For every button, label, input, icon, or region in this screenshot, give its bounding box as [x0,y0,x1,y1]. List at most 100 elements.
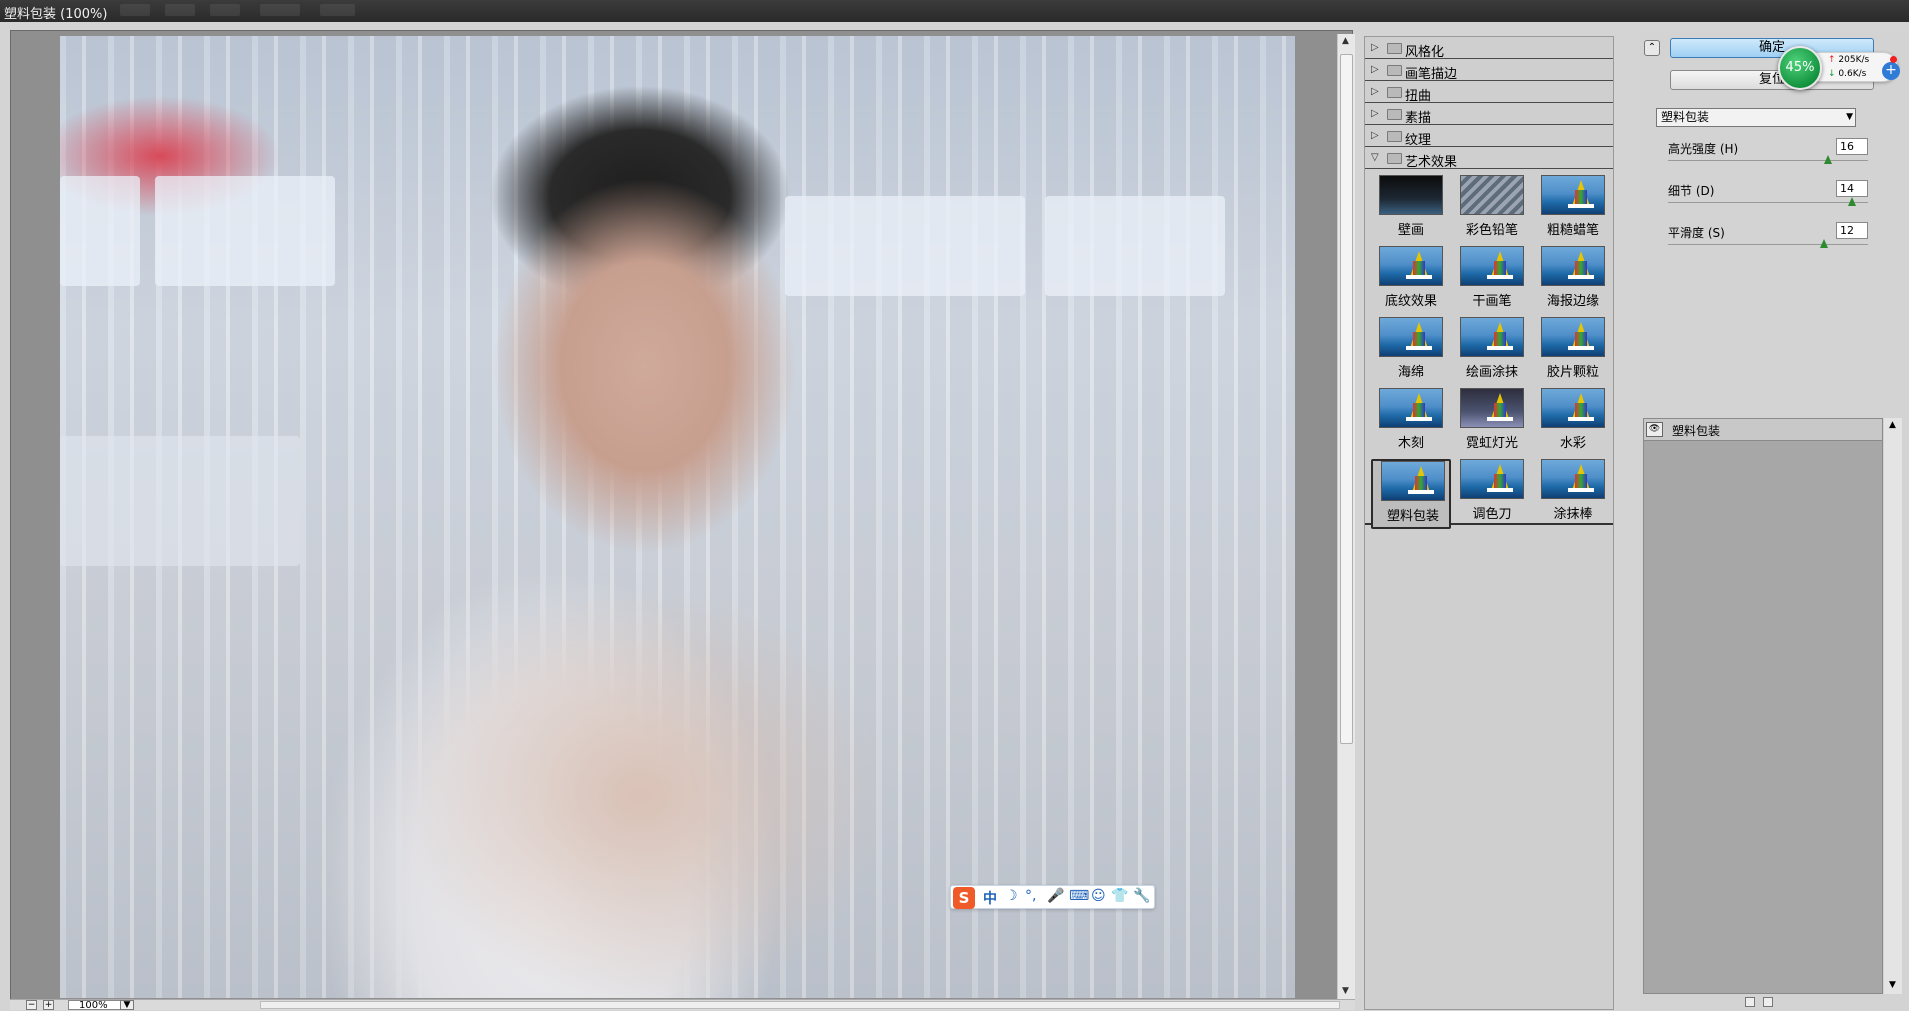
sail-shape [1494,403,1506,417]
scroll-up-icon[interactable]: ▲ [1889,420,1896,430]
layers-scrollbar[interactable]: ▲ ▼ [1884,418,1902,994]
triangle-right-icon[interactable]: ▷ [1371,130,1379,141]
ime-toolbar[interactable]: S 中 ☽ °, 🎤 ⌨ ☺ 👕 🔧 [950,885,1155,909]
filter-thumbnail[interactable]: 干画笔 [1452,246,1532,316]
filter-thumbnail[interactable]: 调色刀 [1452,459,1532,529]
ime-mode-toggle[interactable]: 中 [983,888,997,908]
filter-preview-image [1379,246,1443,286]
boat-shape [1406,346,1432,350]
parameter-label: 平滑度 (S) [1668,226,1725,240]
parameter-value-field[interactable]: 14 [1836,180,1868,197]
speed-percent[interactable]: 45% [1778,46,1822,90]
menu-ghost [210,4,240,16]
filter-thumbnail-label: 霓虹灯光 [1465,436,1518,451]
parameter-label: 高光强度 (H) [1668,142,1739,156]
scroll-down-icon[interactable]: ▼ [1889,980,1896,990]
preview-canvas[interactable] [60,36,1295,998]
zoom-out-button[interactable]: − [26,1000,37,1010]
network-speed-widget[interactable]: 45% ↑ 205K/s ↓ 0.6K/s + [1778,42,1902,94]
filter-select[interactable]: 塑料包装 ▼ [1656,108,1856,127]
scroll-up-icon[interactable]: ▲ [1342,36,1349,46]
filter-thumbnail[interactable]: 彩色铅笔 [1452,175,1532,245]
wrench-icon[interactable]: 🔧 [1133,888,1150,904]
zoom-dropdown-icon[interactable]: ▼ [120,1000,134,1010]
filter-preview-image [1379,175,1443,215]
slider-knob-icon[interactable] [1848,197,1856,206]
preview-horizontal-scrollbar[interactable] [260,1001,1340,1009]
filter-folder[interactable]: ▷ 画笔描边 [1365,61,1613,82]
triangle-right-icon[interactable]: ▷ [1371,64,1379,75]
filter-folder[interactable]: ▷ 扭曲 [1365,83,1613,104]
filter-thumbnail-label: 调色刀 [1472,507,1512,522]
filter-thumbnail[interactable]: 霓虹灯光 [1452,388,1532,458]
slider-knob-icon[interactable] [1820,239,1828,248]
parameter-slider-track[interactable] [1668,202,1868,203]
delete-effect-layer-icon[interactable] [1763,997,1773,1007]
filter-folder[interactable]: ▷ 素描 [1365,105,1613,126]
triangle-right-icon[interactable]: ▷ [1371,108,1379,119]
plus-icon[interactable]: + [1882,62,1900,80]
filter-thumbnail[interactable]: 涂抹棒 [1533,459,1613,529]
zoom-in-button[interactable]: + [43,1000,54,1010]
filter-thumbnail-grid: 壁画 彩色铅笔 粗糙蜡笔底纹效果 干画笔 海报边缘海绵 绘画涂抹 胶片颗粒木刻 霓虹灯光 水彩塑… [1365,169,1613,529]
upload-speed-value: 205K/s [1838,55,1870,65]
filter-folder-label: 扭曲 [1405,89,1432,104]
microphone-icon[interactable]: 🎤 [1047,888,1064,904]
filter-preview-image [1381,461,1445,501]
folder-icon [1387,87,1402,98]
parameter-value-field[interactable]: 12 [1836,222,1868,239]
filter-thumbnail-label: 绘画涂抹 [1465,365,1518,380]
filter-folder[interactable]: ▽ 艺术效果 [1365,149,1613,170]
triangle-right-icon[interactable]: ▷ [1371,42,1379,53]
filter-thumbnail[interactable]: 海绵 [1371,317,1451,387]
filter-thumbnail[interactable]: 水彩 [1533,388,1613,458]
boat-shape [1487,275,1513,279]
keyboard-icon[interactable]: ⌨ [1069,888,1089,904]
background-panel [1045,196,1225,296]
skin-shirt-icon[interactable]: 👕 [1111,888,1128,904]
punctuation-icon[interactable]: °, [1025,888,1036,904]
filter-thumbnail[interactable]: 粗糙蜡笔 [1533,175,1613,245]
title-bar: 塑料包装 (100%) [0,0,1909,22]
triangle-down-icon[interactable]: ▽ [1371,152,1379,163]
ime-logo-icon[interactable]: S [953,887,975,909]
folder-icon [1387,153,1402,164]
upload-arrow-icon: ↑ [1828,55,1836,65]
filter-thumbnail[interactable]: 木刻 [1371,388,1451,458]
filter-thumbnail[interactable]: 塑料包装 [1371,459,1451,529]
new-effect-layer-icon[interactable] [1745,997,1755,1007]
filter-folder[interactable]: ▷ 风格化 [1365,39,1613,60]
filter-folder-label: 艺术效果 [1405,155,1458,170]
parameter-value-field[interactable]: 16 [1836,138,1868,155]
user-icon[interactable]: ☺ [1091,888,1106,904]
filter-folder-label: 纹理 [1405,133,1432,148]
parameter-slider-track[interactable] [1668,244,1868,245]
moon-icon[interactable]: ☽ [1005,888,1018,904]
sail-shape [1575,474,1587,488]
filter-thumbnail[interactable]: 海报边缘 [1533,246,1613,316]
slider-knob-icon[interactable] [1824,155,1832,164]
collapse-icon[interactable]: ⌃ [1644,40,1660,56]
filter-thumbnail-label: 塑料包装 [1386,509,1439,524]
boat-shape [1487,417,1513,421]
filter-folder[interactable]: ▷ 纹理 [1365,127,1613,148]
folder-icon [1387,109,1402,120]
download-speed-value: 0.6K/s [1838,69,1867,79]
boat-shape [1408,490,1434,494]
boat-shape [1568,204,1594,208]
triangle-right-icon[interactable]: ▷ [1371,86,1379,97]
filter-thumbnail[interactable]: 胶片颗粒 [1533,317,1613,387]
preview-vertical-scrollbar[interactable]: ▲ ▼ [1337,34,1355,1000]
visibility-eye-icon[interactable]: 👁 [1646,422,1663,437]
parameter-slider-track[interactable] [1668,160,1868,161]
filter-thumbnail[interactable]: 绘画涂抹 [1452,317,1532,387]
scroll-thumb[interactable] [1340,54,1353,744]
filter-thumbnail[interactable]: 壁画 [1371,175,1451,245]
scroll-down-icon[interactable]: ▼ [1342,986,1349,996]
layers-footer [1745,996,1785,1008]
boat-shape [1568,488,1594,492]
effect-layer-row[interactable]: 👁 塑料包装 [1644,419,1882,441]
filter-preview-image [1460,459,1524,499]
zoom-level-field[interactable]: 100% [68,1000,126,1011]
filter-thumbnail[interactable]: 底纹效果 [1371,246,1451,316]
